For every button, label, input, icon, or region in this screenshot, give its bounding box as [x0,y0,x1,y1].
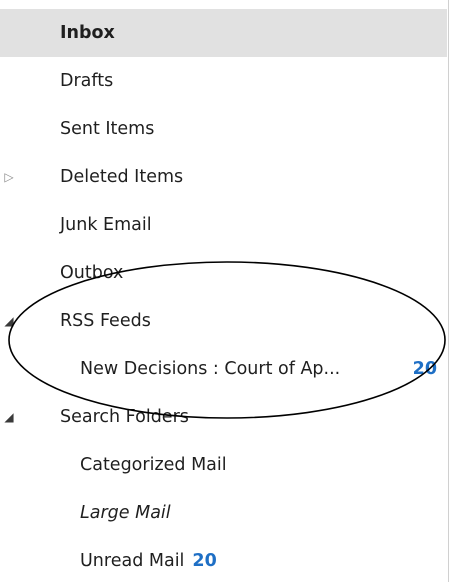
folder-unread-mail[interactable]: Unread Mail 20 [0,537,447,585]
folder-label: Outbox [60,263,124,283]
folder-label: Search Folders [60,407,189,427]
folder-label: Inbox [60,23,115,43]
collapse-arrow-icon[interactable]: ◢ [2,411,16,423]
folder-large-mail[interactable]: Large Mail [0,489,447,537]
folder-label: Large Mail [80,503,171,523]
folder-drafts[interactable]: Drafts [0,57,447,105]
folder-label: Junk Email [60,215,152,235]
unread-count-badge: 20 [192,551,217,571]
folder-label: Sent Items [60,119,155,139]
folder-label: RSS Feeds [60,311,151,331]
folder-new-decisions[interactable]: New Decisions : Court of Ap... 20 [0,345,447,393]
unread-count-badge: 20 [412,359,437,379]
collapse-arrow-icon[interactable]: ◢ [2,315,16,327]
folder-sent-items[interactable]: Sent Items [0,105,447,153]
folder-inbox[interactable]: Inbox [0,9,447,57]
folder-label: Categorized Mail [80,455,227,475]
folder-rss-feeds[interactable]: ◢ RSS Feeds [0,297,447,345]
folder-search-folders[interactable]: ◢ Search Folders [0,393,447,441]
folder-label: Deleted Items [60,167,184,187]
folder-junk-email[interactable]: Junk Email [0,201,447,249]
folder-outbox[interactable]: Outbox [0,249,447,297]
folder-categorized-mail[interactable]: Categorized Mail [0,441,447,489]
folder-label: Drafts [60,71,114,91]
folder-deleted-items[interactable]: ▷ Deleted Items [0,153,447,201]
expand-arrow-icon[interactable]: ▷ [2,171,16,183]
folder-label: Unread Mail [80,551,185,571]
folder-label: New Decisions : Court of Ap... [80,359,341,379]
folder-pane: Inbox Drafts Sent Items ▷ Deleted Items … [0,0,449,582]
